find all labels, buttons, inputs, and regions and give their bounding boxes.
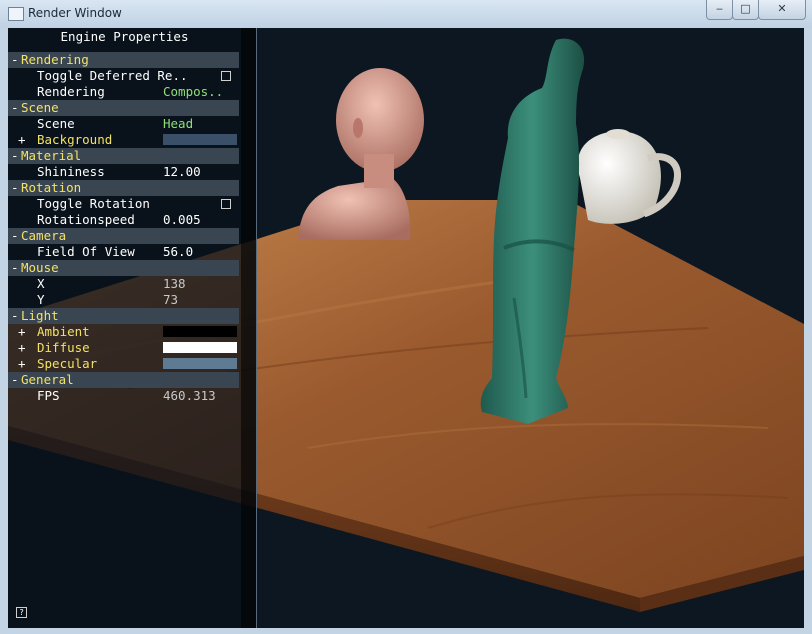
window-title: Render Window bbox=[28, 6, 122, 20]
expand-icon[interactable]: + bbox=[18, 324, 26, 340]
group-label: Camera bbox=[21, 228, 67, 243]
prop-scene[interactable]: Scene Head bbox=[8, 116, 239, 132]
prop-fov[interactable]: Field Of View 56.0 bbox=[8, 244, 239, 260]
group-light[interactable]: - Light bbox=[8, 308, 239, 324]
color-swatch[interactable] bbox=[163, 134, 237, 145]
group-general[interactable]: - General bbox=[8, 372, 239, 388]
color-swatch[interactable] bbox=[163, 358, 237, 369]
collapse-icon[interactable]: - bbox=[11, 100, 19, 116]
prop-label: Toggle Rotation bbox=[37, 196, 150, 211]
prop-label: Ambient bbox=[37, 324, 90, 339]
title-bar[interactable]: Render Window ‒ □ ✕ bbox=[0, 0, 812, 28]
collapse-icon[interactable]: - bbox=[11, 228, 19, 244]
group-label: Material bbox=[21, 148, 82, 163]
checkbox[interactable] bbox=[221, 71, 231, 81]
prop-label: Background bbox=[37, 132, 113, 147]
prop-fps: FPS 460.313 bbox=[8, 388, 239, 404]
prop-label: Diffuse bbox=[37, 340, 90, 355]
prop-mouse-x: X 138 bbox=[8, 276, 239, 292]
checkbox[interactable] bbox=[221, 199, 231, 209]
prop-value: 138 bbox=[163, 276, 186, 291]
expand-icon[interactable]: + bbox=[18, 132, 26, 148]
prop-rotation-speed[interactable]: Rotationspeed 0.005 bbox=[8, 212, 239, 228]
window-icon bbox=[8, 7, 24, 21]
group-camera[interactable]: - Camera bbox=[8, 228, 239, 244]
minimize-button[interactable]: ‒ bbox=[706, 0, 733, 20]
prop-toggle-rotation[interactable]: Toggle Rotation bbox=[8, 196, 239, 212]
collapse-icon[interactable]: - bbox=[11, 260, 19, 276]
group-label: Rendering bbox=[21, 52, 89, 67]
prop-label: FPS bbox=[37, 388, 60, 403]
prop-label: Shininess bbox=[37, 164, 105, 179]
prop-diffuse[interactable]: + Diffuse bbox=[8, 340, 239, 356]
help-icon[interactable]: ? bbox=[16, 607, 27, 618]
collapse-icon[interactable]: - bbox=[11, 148, 19, 164]
prop-label: Toggle Deferred Re.. bbox=[37, 68, 188, 83]
prop-value[interactable]: 12.00 bbox=[163, 164, 201, 180]
render-viewport[interactable]: Engine Properties - Rendering Toggle Def… bbox=[8, 28, 804, 628]
panel-scrollbar[interactable] bbox=[241, 28, 256, 628]
prop-value[interactable]: Compos.. bbox=[163, 84, 223, 100]
prop-value[interactable]: Head bbox=[163, 116, 193, 132]
prop-value[interactable]: 0.005 bbox=[163, 212, 201, 228]
group-material[interactable]: - Material bbox=[8, 148, 239, 164]
prop-mouse-y: Y 73 bbox=[8, 292, 239, 308]
collapse-icon[interactable]: - bbox=[11, 372, 19, 388]
maximize-button[interactable]: □ bbox=[732, 0, 759, 20]
group-label: General bbox=[21, 372, 74, 387]
group-rendering[interactable]: - Rendering bbox=[8, 52, 239, 68]
collapse-icon[interactable]: - bbox=[11, 308, 19, 324]
prop-shininess[interactable]: Shininess 12.00 bbox=[8, 164, 239, 180]
prop-specular[interactable]: + Specular bbox=[8, 356, 239, 372]
engine-properties-panel: Engine Properties - Rendering Toggle Def… bbox=[8, 28, 256, 628]
collapse-icon[interactable]: - bbox=[11, 52, 19, 68]
prop-rendering-mode[interactable]: Rendering Compos.. bbox=[8, 84, 239, 100]
panel-title: Engine Properties bbox=[60, 29, 189, 44]
group-rotation[interactable]: - Rotation bbox=[8, 180, 239, 196]
group-mouse[interactable]: - Mouse bbox=[8, 260, 239, 276]
prop-label: Y bbox=[37, 292, 45, 307]
color-swatch[interactable] bbox=[163, 326, 237, 337]
prop-label: Scene bbox=[37, 116, 75, 131]
collapse-icon[interactable]: - bbox=[11, 180, 19, 196]
prop-label: Specular bbox=[37, 356, 98, 371]
prop-toggle-deferred[interactable]: Toggle Deferred Re.. bbox=[8, 68, 239, 84]
prop-ambient[interactable]: + Ambient bbox=[8, 324, 239, 340]
group-label: Light bbox=[21, 308, 59, 323]
prop-value: 460.313 bbox=[163, 388, 216, 403]
expand-icon[interactable]: + bbox=[18, 340, 26, 356]
render-window: Render Window ‒ □ ✕ Engine Properties - … bbox=[0, 0, 812, 634]
prop-background[interactable]: + Background bbox=[8, 132, 239, 148]
color-swatch[interactable] bbox=[163, 342, 237, 353]
prop-value: 73 bbox=[163, 292, 179, 307]
prop-label: Rendering bbox=[37, 84, 105, 99]
group-label: Mouse bbox=[21, 260, 59, 275]
prop-label: X bbox=[37, 276, 45, 291]
expand-icon[interactable]: + bbox=[18, 356, 26, 372]
prop-value[interactable]: 56.0 bbox=[163, 244, 193, 260]
close-button[interactable]: ✕ bbox=[758, 0, 806, 20]
group-label: Scene bbox=[21, 100, 59, 115]
prop-label: Rotationspeed bbox=[37, 212, 135, 227]
prop-label: Field Of View bbox=[37, 244, 135, 259]
panel-divider bbox=[256, 28, 257, 628]
group-scene[interactable]: - Scene bbox=[8, 100, 239, 116]
group-label: Rotation bbox=[21, 180, 82, 195]
